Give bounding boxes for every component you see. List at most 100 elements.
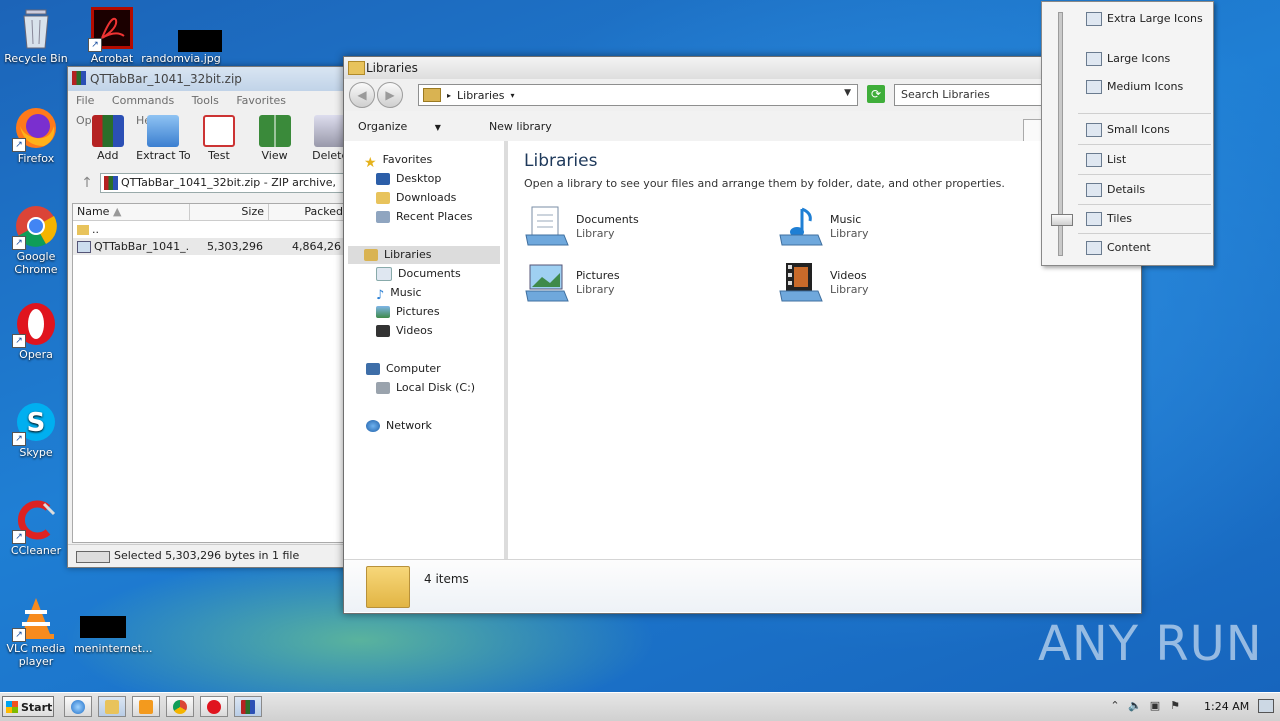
menu-tools[interactable]: Tools	[192, 94, 219, 107]
column-name[interactable]: Name ▲	[73, 204, 190, 220]
taskbar-explorer[interactable]	[98, 696, 126, 717]
library-tile-documents[interactable]: Documents Library	[524, 205, 764, 253]
action-center-flag-icon[interactable]: ⚑	[1168, 699, 1182, 713]
redacted-thumbnail	[178, 30, 222, 52]
view-option-extra-large-icons[interactable]: Extra Large Icons	[1086, 10, 1203, 28]
details-view-icon	[1086, 183, 1102, 197]
nav-network[interactable]: Network	[366, 417, 432, 435]
desktop-icon-label: Acrobat	[90, 52, 134, 65]
view-option-tiles[interactable]: Tiles	[1086, 210, 1132, 228]
desktop-icon-recycle-bin[interactable]: Recycle Bin	[0, 6, 72, 65]
view-menu[interactable]: Extra Large Icons Large Icons Medium Ico…	[1041, 1, 1214, 266]
address-history-dropdown-icon[interactable]: ▼	[844, 88, 851, 98]
music-library-icon	[778, 205, 824, 247]
view-option-details[interactable]: Details	[1086, 181, 1145, 199]
library-tile-videos[interactable]: Videos Library	[778, 261, 1018, 309]
nav-computer[interactable]: Computer	[366, 360, 441, 378]
view-option-large-icons[interactable]: Large Icons	[1086, 50, 1170, 68]
forward-button[interactable]: ▶	[377, 82, 403, 108]
recycle-bin-icon	[14, 6, 58, 50]
winrar-toolbar: Add Extract To Test View Delete	[68, 111, 358, 167]
new-library-button[interactable]: New library	[489, 120, 552, 133]
winrar-file-list[interactable]: Name ▲ Size Packed .. QTTabBar_1041_... …	[72, 203, 358, 543]
change-view-button[interactable]	[1023, 119, 1043, 143]
address-bar[interactable]: ▸ Libraries ▾ ▼	[418, 84, 858, 106]
view-button[interactable]: View	[247, 111, 303, 167]
nav-videos[interactable]: Videos	[376, 322, 433, 340]
menu-separator	[1078, 204, 1211, 205]
nav-label: Downloads	[396, 191, 457, 204]
back-button[interactable]: ◀	[349, 82, 375, 108]
extract-to-button[interactable]: Extract To	[136, 111, 192, 167]
organize-button[interactable]: Organize ▼	[358, 120, 465, 133]
breadcrumb-arrow-icon[interactable]: ▸	[447, 91, 451, 100]
taskbar-media-player[interactable]	[132, 696, 160, 717]
taskbar-internet-explorer[interactable]	[64, 696, 92, 717]
archive-path-field[interactable]: QTTabBar_1041_32bit.zip - ZIP archive,	[100, 173, 352, 193]
nav-desktop[interactable]: Desktop	[376, 170, 441, 188]
desktop-icon-chrome[interactable]: ↗ Google Chrome	[0, 204, 72, 276]
menu-favorites[interactable]: Favorites	[236, 94, 286, 107]
library-tile-music[interactable]: Music Library	[778, 205, 1018, 253]
nav-favorites[interactable]: ★ Favorites	[364, 151, 432, 171]
explorer-title: Libraries	[366, 61, 418, 75]
libraries-folder-icon	[366, 566, 410, 608]
explorer-window[interactable]: Libraries ◀ ▶ ▸ Libraries ▾ ▼ ⟳ Search L…	[343, 56, 1142, 614]
nav-pictures[interactable]: Pictures	[376, 303, 440, 321]
start-button[interactable]: Start	[2, 696, 54, 717]
volume-icon[interactable]: 🔈	[1128, 699, 1142, 713]
winrar-titlebar[interactable]: QTTabBar_1041_32bit.zip	[68, 67, 358, 91]
table-row[interactable]: QTTabBar_1041_... 5,303,296 4,864,26	[73, 238, 357, 255]
nav-libraries[interactable]: Libraries	[348, 246, 500, 264]
desktop-icon-meninternet[interactable]: meninternet...	[74, 596, 152, 655]
show-hidden-icons-icon[interactable]: ⌃	[1108, 699, 1122, 713]
up-arrow-icon[interactable]: ↑	[74, 175, 100, 191]
library-tile-pictures[interactable]: Pictures Library	[524, 261, 764, 309]
desktop-icon-opera[interactable]: ↗ Opera	[0, 302, 72, 361]
taskbar-chrome[interactable]	[166, 696, 194, 717]
folder-icon	[77, 225, 89, 235]
acrobat-icon: ↗	[88, 6, 134, 52]
nav-recent-places[interactable]: Recent Places	[376, 208, 473, 226]
breadcrumb-libraries[interactable]: Libraries	[457, 89, 505, 102]
desktop-icon-randomvia[interactable]: randomvia.jpg	[141, 6, 222, 65]
view-option-medium-icons[interactable]: Medium Icons	[1086, 78, 1183, 96]
taskbar-opera[interactable]	[200, 696, 228, 717]
add-button[interactable]: Add	[80, 111, 136, 167]
vlc-icon: ↗	[12, 596, 58, 642]
show-desktop-button[interactable]	[1258, 699, 1274, 713]
sort-ascending-icon: ▲	[112, 205, 122, 218]
explorer-titlebar[interactable]: Libraries	[344, 57, 1141, 79]
menu-file[interactable]: File	[76, 94, 94, 107]
network-icon[interactable]: ▣	[1148, 699, 1162, 713]
menu-commands[interactable]: Commands	[112, 94, 174, 107]
file-name: ..	[92, 223, 99, 236]
desktop-icon-label: Firefox	[17, 152, 55, 165]
page-title: Libraries	[524, 151, 598, 171]
winrar-window[interactable]: QTTabBar_1041_32bit.zip File Commands To…	[67, 66, 359, 568]
file-name-cell: QTTabBar_1041_...	[73, 238, 189, 255]
taskbar-winrar[interactable]	[234, 696, 262, 717]
table-row[interactable]: ..	[73, 221, 357, 238]
desktop-icon-skype[interactable]: S ↗ Skype	[0, 400, 72, 459]
nav-downloads[interactable]: Downloads	[376, 189, 456, 207]
view-option-content[interactable]: Content	[1086, 239, 1151, 257]
view-slider-thumb[interactable]	[1051, 214, 1073, 226]
column-packed[interactable]: Packed	[269, 204, 348, 220]
navigation-pane[interactable]: ★ Favorites Desktop Downloads Recent Plac…	[344, 141, 508, 559]
column-size[interactable]: Size	[190, 204, 269, 220]
refresh-button[interactable]: ⟳	[867, 85, 885, 103]
view-option-label: Medium Icons	[1107, 80, 1184, 93]
clock[interactable]: 1:24 AM	[1204, 700, 1249, 713]
test-button[interactable]: Test	[191, 111, 247, 167]
nav-music[interactable]: ♪ Music	[376, 284, 422, 303]
desktop-icon-firefox[interactable]: ↗ Firefox	[0, 106, 72, 165]
view-option-list[interactable]: List	[1086, 151, 1126, 169]
desktop-icon-vlc[interactable]: ↗ VLC media player	[0, 596, 72, 668]
desktop-icon-acrobat[interactable]: ↗ Acrobat	[76, 6, 148, 65]
breadcrumb-dropdown-icon[interactable]: ▾	[511, 91, 515, 100]
nav-local-disk[interactable]: Local Disk (C:)	[376, 379, 475, 397]
desktop-icon-ccleaner[interactable]: ↗ CCleaner	[0, 498, 72, 557]
nav-documents[interactable]: Documents	[376, 265, 461, 283]
view-option-small-icons[interactable]: Small Icons	[1086, 121, 1170, 139]
